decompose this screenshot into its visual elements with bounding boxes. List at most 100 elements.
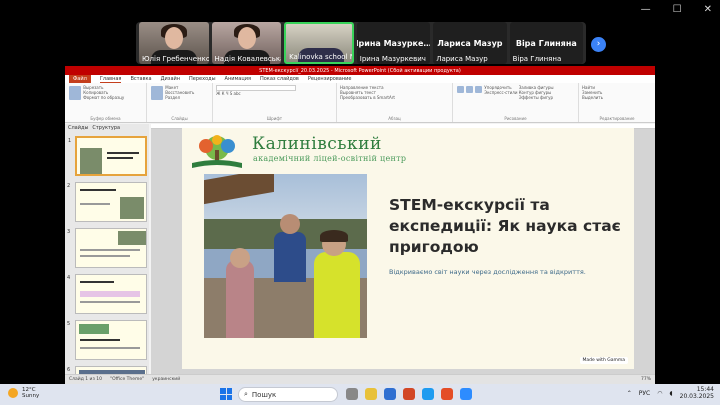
participant-tile-active[interactable]: Kalinovka school No1 (284, 22, 354, 64)
slide-canvas: Калинівський академічний ліцей-освітній … (151, 124, 655, 374)
menu-slideshow[interactable]: Показ слайдов (260, 76, 299, 82)
ribbon-group-slides: Макет Восстановить Раздел Слайды (147, 83, 213, 122)
chevron-up-icon[interactable]: ⌃ (627, 390, 632, 397)
group-caption: Буфер обмена (90, 116, 121, 121)
minimize-button[interactable]: — (641, 4, 651, 15)
store-icon[interactable] (422, 388, 434, 400)
participant-big-name: Віра Глиняна (515, 38, 577, 48)
slide-thumbnail[interactable]: 5 (67, 320, 147, 360)
ppt-title: STEM-екскурсії_20.03.2025 - Microsoft Po… (259, 67, 461, 74)
zoom-level[interactable]: 77% (641, 377, 651, 382)
school-logo-icon (192, 135, 242, 168)
menu-transitions[interactable]: Переходы (189, 76, 216, 82)
slide-thumbnail[interactable]: 2 (67, 182, 147, 222)
close-button[interactable]: ✕ (704, 4, 712, 15)
search-placeholder: Пошук (251, 390, 277, 399)
participant-tile[interactable]: Юлія Гребенченко (139, 22, 209, 64)
section-button[interactable]: Раздел (165, 95, 194, 100)
system-tray: ⌃ РУС ◠ ◖ 15:44 20.03.2025 (627, 386, 714, 400)
edge-icon[interactable] (384, 388, 396, 400)
slide-subtext: Відкриваємо світ науки через дослідження… (389, 268, 586, 276)
font-format-buttons[interactable]: Ж К Ч S abc (216, 91, 333, 96)
menu-home[interactable]: Главная (99, 76, 122, 83)
file-explorer-icon[interactable] (365, 388, 377, 400)
weather-widget[interactable]: 12°C Sunny (8, 387, 39, 399)
participant-face (165, 27, 183, 49)
participant-tile[interactable]: Ірина Мазурке… Ірина Мазуркевич (356, 22, 431, 64)
participant-name: Лариса Мазур (436, 55, 488, 63)
group-caption: Рисование (504, 116, 527, 121)
participant-name: Kalinovka school No1 (289, 53, 352, 61)
ribbon-group-clipboard: Вырезать Копировать Формат по образцу Бу… (65, 83, 147, 122)
current-slide[interactable]: Калинівський академічний ліцей-освітній … (182, 128, 634, 369)
menu-file[interactable]: Файл (69, 75, 91, 83)
smartart-button[interactable]: Преобразовать в SmartArt (340, 95, 449, 100)
language-indicator[interactable]: РУС (639, 390, 650, 397)
slide-thumbnail[interactable]: 3 (67, 228, 147, 268)
slide-thumbnail[interactable]: 6 (67, 366, 147, 374)
students-photo (204, 174, 367, 338)
powerpoint-icon[interactable] (403, 388, 415, 400)
maximize-button[interactable]: ☐ (673, 4, 682, 15)
wifi-icon[interactable]: ◠ (657, 390, 662, 397)
school-subtitle: академічний ліцей-освітній центр (253, 154, 407, 163)
menu-insert[interactable]: Вставка (130, 76, 151, 82)
participant-name: Надія Ковалевська (214, 55, 282, 63)
quick-styles-button[interactable]: Экспресс-стили (484, 90, 517, 95)
participant-tile[interactable]: Лариса Мазур Лариса Мазур (433, 22, 507, 64)
group-caption: Абзац (388, 116, 401, 121)
ppt-menu: Файл Главная Вставка Дизайн Переходы Ани… (65, 75, 655, 83)
slide-thumbnail[interactable]: 1 (68, 136, 147, 176)
date: 20.03.2025 (679, 393, 714, 400)
tab-outline[interactable]: Структура (92, 125, 120, 131)
participant-big-name: Ірина Мазурке… (356, 38, 431, 48)
slide-heading: STEM-екскурсії та експедиції: Як наука с… (389, 196, 621, 256)
taskbar: 12°C Sunny ⌕ Пошук ⌃ РУС ◠ ◖ 15:44 20.03… (0, 384, 720, 405)
windows-start-icon[interactable] (220, 388, 232, 400)
participant-name: Віра Глиняна (512, 55, 562, 63)
slide-thumbnail[interactable]: 4 (67, 274, 147, 314)
slide-thumbnails: 1 2 3 4 5 6 (65, 132, 149, 374)
participant-name: Ірина Мазуркевич (359, 55, 426, 63)
tab-slides[interactable]: Слайды (68, 125, 88, 131)
format-painter-button[interactable]: Формат по образцу (83, 95, 124, 100)
next-participants-button[interactable]: › (591, 37, 606, 52)
participant-strip: Юлія Гребенченко Надія Ковалевська Kalin… (136, 22, 586, 64)
participant-face (237, 27, 256, 49)
zoom-icon[interactable] (460, 388, 472, 400)
clock[interactable]: 15:44 20.03.2025 (680, 386, 714, 400)
group-caption: Редактирование (599, 116, 635, 121)
ppt-titlebar: STEM-екскурсії_20.03.2025 - Microsoft Po… (65, 66, 655, 75)
select-button[interactable]: Выделить (582, 95, 652, 100)
participant-big-name: Лариса Мазур (437, 38, 503, 48)
powerpoint-window: STEM-екскурсії_20.03.2025 - Microsoft Po… (65, 66, 655, 384)
weather-condition: Sunny (22, 393, 40, 399)
group-caption: Шрифт (266, 116, 283, 121)
gamma-badge: Made with Gamma (579, 357, 628, 364)
time: 15:44 (696, 386, 714, 393)
group-caption: Слайды (171, 116, 188, 121)
ribbon-group-drawing: Упорядочить Экспресс-стили Заливка фигур… (453, 83, 579, 122)
shape-effects-button[interactable]: Эффекты фигур (519, 95, 554, 100)
menu-review[interactable]: Рецензирование (308, 76, 352, 82)
window-controls: — ☐ ✕ (641, 4, 712, 15)
search-icon: ⌕ (244, 390, 248, 398)
menu-animation[interactable]: Анимация (225, 76, 251, 82)
ribbon-group-paragraph: Направление текста Выровнять текст Преоб… (337, 83, 453, 122)
language: украинский (152, 377, 181, 382)
chrome-icon[interactable] (441, 388, 453, 400)
volume-icon[interactable]: ◖ (669, 390, 672, 397)
menu-design[interactable]: Дизайн (161, 76, 180, 82)
ribbon: Вырезать Копировать Формат по образцу Бу… (65, 83, 655, 123)
participant-tile[interactable]: Віра Глиняна Віра Глиняна (509, 22, 583, 64)
task-view-icon[interactable] (346, 388, 358, 400)
sun-icon (8, 388, 18, 398)
taskbar-apps (346, 388, 472, 400)
pane-tabs: Слайды Структура (65, 124, 149, 132)
participant-name: Юлія Гребенченко (142, 55, 209, 63)
school-name: Калинівський (252, 134, 382, 154)
taskbar-search[interactable]: ⌕ Пошук (238, 387, 338, 402)
ribbon-group-editing: Найти Заменить Выделить Редактирование (579, 83, 655, 122)
theme-name: "Office Theme" (110, 377, 145, 382)
participant-tile[interactable]: Надія Ковалевська (211, 22, 282, 64)
